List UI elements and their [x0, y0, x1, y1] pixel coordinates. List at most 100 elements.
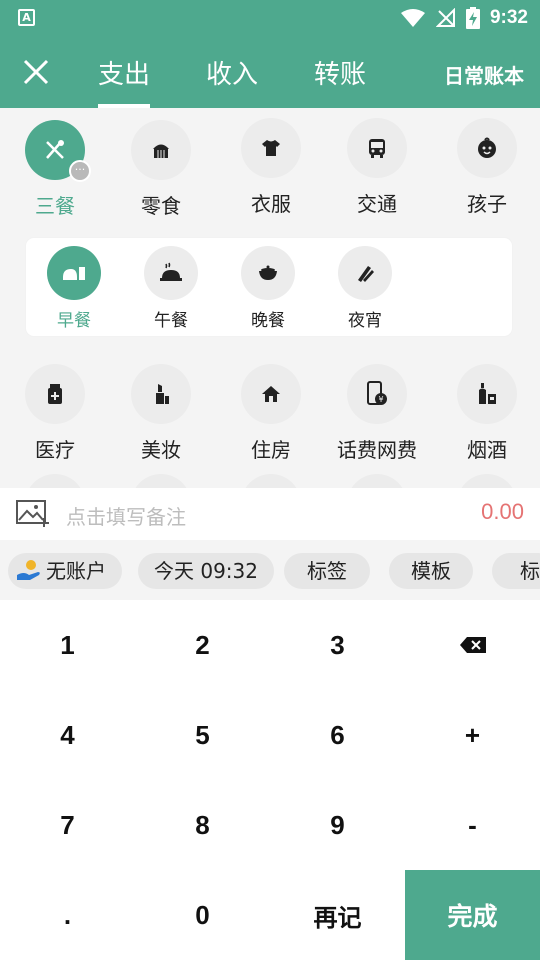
category-icon-circle: ¥ [347, 364, 407, 424]
subcategory-label: 早餐 [57, 311, 91, 331]
bus-icon [369, 139, 385, 158]
subcategory-icon-circle [241, 246, 295, 300]
category-icon-circle [457, 118, 517, 178]
category-icon-circle [131, 364, 191, 424]
category-icon-circle [241, 118, 301, 178]
template-chip[interactable]: 模板 [389, 553, 473, 589]
medicine-icon [48, 384, 62, 404]
tab-transfer[interactable]: 转账 [314, 54, 366, 108]
subcategory-lunch[interactable]: 午餐 [123, 246, 219, 331]
utensils-icon [46, 140, 64, 159]
next-row-peek [347, 474, 407, 488]
subcategory-label: 晚餐 [251, 311, 285, 331]
key-8[interactable]: 8 [135, 780, 270, 870]
subcategory-late-snack[interactable]: 夜宵 [317, 246, 413, 331]
record-again-button[interactable]: 再记 [270, 870, 405, 960]
category-meals[interactable]: ··· 三餐 [0, 120, 110, 219]
key-7[interactable]: 7 [0, 780, 135, 870]
done-button[interactable]: 完成 [405, 870, 540, 960]
remark-input[interactable]: 点击填写备注 [66, 501, 186, 530]
category-icon-circle [347, 118, 407, 178]
status-icons: 9:32 [400, 6, 528, 30]
wallet-hand-icon [17, 560, 40, 580]
category-label: 烟酒 [467, 438, 507, 462]
key-1[interactable]: 1 [0, 600, 135, 690]
subcategory-dinner[interactable]: 晚餐 [220, 246, 316, 331]
category-label: 医疗 [35, 438, 75, 462]
category-icon-circle: ··· [25, 120, 91, 182]
category-icon-circle [131, 120, 191, 180]
tab-expense[interactable]: 支出 [98, 54, 151, 108]
baby-face-icon [478, 137, 496, 158]
amount-display: 0.00 [481, 499, 524, 524]
status-bar: A 9:32 [0, 0, 540, 36]
category-label: 三餐 [35, 194, 75, 218]
key-plus[interactable]: + [405, 690, 540, 780]
lunch-icon [160, 262, 182, 281]
subcategory-icon-circle [47, 246, 101, 300]
shirt-icon [262, 140, 280, 156]
category-tobacco-alcohol[interactable]: 烟酒 [432, 364, 540, 463]
lipstick-icon [156, 384, 169, 404]
battery-charging-icon [465, 7, 480, 29]
category-label: 美妆 [141, 438, 181, 462]
top-bar: 支出 收入 转账 日常账本 [0, 36, 540, 108]
cake-icon [153, 144, 169, 158]
category-label: 话费网费 [337, 438, 417, 462]
category-makeup[interactable]: 美妆 [106, 364, 216, 463]
key-6[interactable]: 6 [270, 690, 405, 780]
category-medical[interactable]: 医疗 [0, 364, 110, 463]
tag-chip[interactable]: 标签 [284, 553, 370, 589]
category-label: 零食 [141, 194, 181, 218]
bottles-icon [479, 383, 496, 404]
key-0[interactable]: 0 [135, 870, 270, 960]
house-icon [262, 386, 280, 402]
next-row-peek [131, 474, 191, 488]
close-icon[interactable] [20, 56, 52, 88]
more-subcategory-icon: ··· [69, 160, 91, 182]
subcategory-breakfast[interactable]: 早餐 [26, 246, 122, 331]
svg-text:¥: ¥ [378, 395, 383, 404]
category-housing[interactable]: 住房 [216, 364, 326, 463]
category-transport[interactable]: 交通 [322, 118, 432, 217]
book-selector[interactable]: 日常账本 [444, 60, 524, 89]
no-signal-icon [435, 8, 455, 27]
key-2[interactable]: 2 [135, 600, 270, 690]
key-5[interactable]: 5 [135, 690, 270, 780]
date-chip[interactable]: 今天 09:32 [138, 553, 274, 589]
key-dot[interactable]: . [0, 870, 135, 960]
category-label: 交通 [357, 192, 397, 216]
backspace-icon [459, 637, 486, 653]
subcategory-icon-circle [144, 246, 198, 300]
subcategory-icon-circle [338, 246, 392, 300]
breakfast-icon [63, 267, 85, 280]
tab-income[interactable]: 收入 [206, 54, 258, 108]
category-label: 衣服 [251, 192, 291, 216]
category-label: 住房 [251, 438, 291, 462]
account-chip[interactable]: 无账户 [8, 553, 122, 589]
subcategory-panel: 早餐 午餐 晚餐 夜宵 [26, 238, 512, 336]
account-chip-label: 无账户 [46, 559, 106, 583]
backspace-button[interactable] [405, 600, 540, 690]
category-kids[interactable]: 孩子 [432, 118, 540, 217]
category-icon-circle [241, 364, 301, 424]
phone-bill-icon: ¥ [367, 381, 387, 405]
category-clothes[interactable]: 衣服 [216, 118, 326, 217]
status-time: 9:32 [489, 7, 528, 28]
key-minus[interactable]: - [405, 780, 540, 870]
next-row-peek [457, 474, 517, 488]
remark-row: 点击填写备注 0.00 [0, 488, 540, 540]
key-9[interactable]: 9 [270, 780, 405, 870]
wifi-icon [400, 9, 425, 27]
number-keypad: 1 2 3 4 5 6 + 7 8 9 - . 0 再记 完成 [0, 600, 540, 960]
category-snacks[interactable]: 零食 [106, 120, 216, 219]
dinner-bowl-icon [259, 265, 277, 280]
next-row-peek [25, 474, 85, 488]
options-chip-bar: 无账户 今天 09:32 标签 模板 标 [0, 540, 540, 602]
subcategory-label: 夜宵 [348, 311, 382, 331]
key-3[interactable]: 3 [270, 600, 405, 690]
add-image-icon[interactable] [16, 498, 50, 528]
key-4[interactable]: 4 [0, 690, 135, 780]
tag-chip-overflow[interactable]: 标 [492, 553, 540, 589]
category-phone-bill[interactable]: ¥ 话费网费 [322, 364, 432, 463]
